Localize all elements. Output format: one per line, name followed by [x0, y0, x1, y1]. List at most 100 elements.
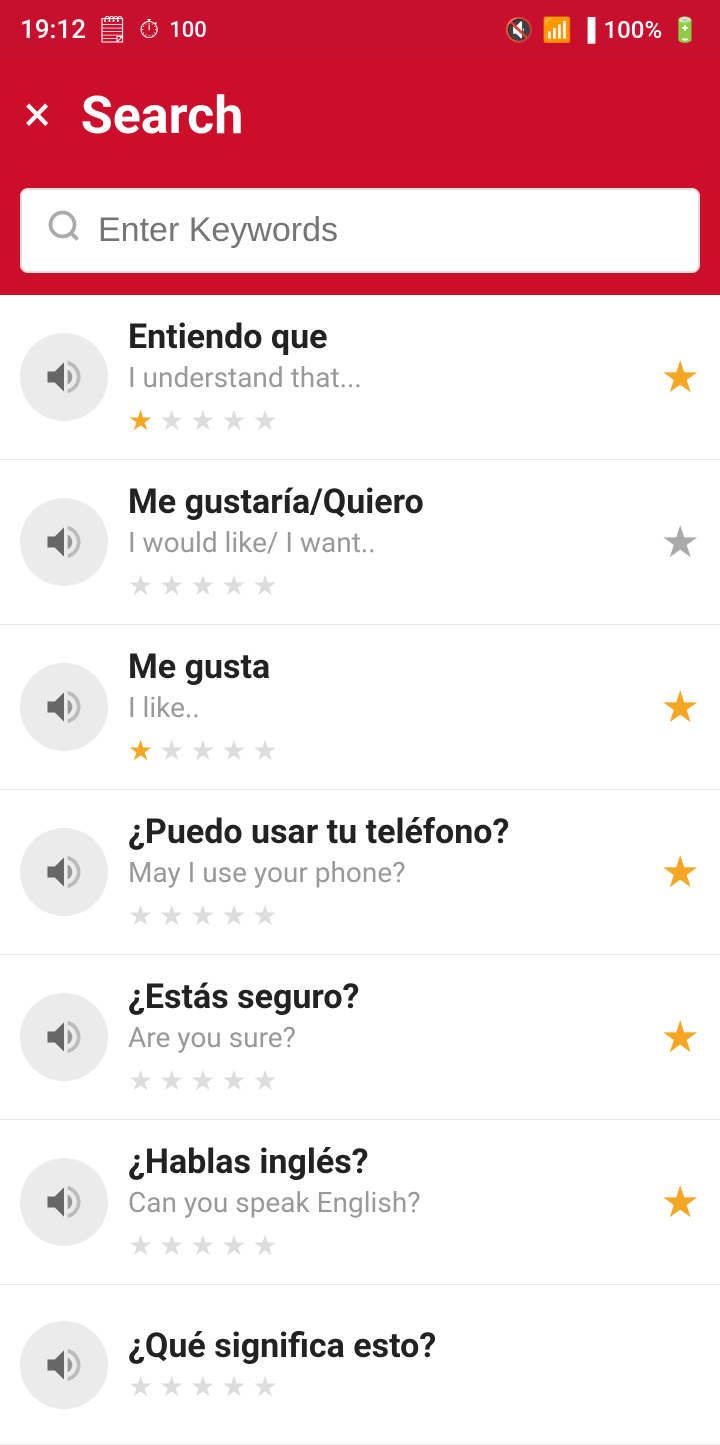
sound-button[interactable]: [20, 1321, 108, 1409]
signal-icon: ▐: [580, 17, 596, 43]
favorite-button[interactable]: ★: [661, 846, 700, 898]
favorite-button[interactable]: ★: [661, 1011, 700, 1063]
sound-button[interactable]: [20, 333, 108, 421]
star-4[interactable]: ★: [221, 1064, 246, 1097]
star-2[interactable]: ★: [159, 899, 184, 932]
star-2[interactable]: ★: [159, 734, 184, 767]
sound-button[interactable]: [20, 663, 108, 751]
favorite-button[interactable]: ★: [661, 516, 700, 568]
star-3[interactable]: ★: [190, 734, 215, 767]
timer-icon: ⏱: [139, 15, 159, 46]
star-rating[interactable]: ★★★★★: [128, 1064, 641, 1097]
favorite-button[interactable]: ★: [661, 351, 700, 403]
search-box: [20, 188, 700, 273]
favorite-button[interactable]: ★: [661, 1176, 700, 1228]
star-5[interactable]: ★: [252, 569, 277, 602]
close-button[interactable]: ×: [24, 90, 51, 140]
battery-text: 100%: [604, 16, 663, 44]
star-5[interactable]: ★: [252, 1064, 277, 1097]
item-spanish-text: ¿Qué significa esto?: [128, 1326, 700, 1366]
item-content: Me gusta I like.. ★★★★★: [128, 647, 641, 767]
list-item: Me gustaría/Quiero I would like/ I want.…: [0, 460, 720, 625]
star-1[interactable]: ★: [128, 899, 153, 932]
star-5[interactable]: ★: [252, 734, 277, 767]
sound-button[interactable]: [20, 1158, 108, 1246]
star-4[interactable]: ★: [221, 404, 246, 437]
item-content: ¿Estás seguro? Are you sure? ★★★★★: [128, 977, 641, 1097]
item-spanish-text: Me gustaría/Quiero: [128, 482, 641, 522]
battery-app-icon: 100: [169, 18, 207, 43]
item-english-text: I understand that...: [128, 361, 641, 394]
item-english-text: Can you speak English?: [128, 1186, 641, 1219]
star-2[interactable]: ★: [159, 1229, 184, 1262]
star-1[interactable]: ★: [128, 1064, 153, 1097]
item-english-text: May I use your phone?: [128, 856, 641, 889]
star-5[interactable]: ★: [252, 404, 277, 437]
search-icon: [46, 208, 82, 253]
item-english-text: I like..: [128, 691, 641, 724]
star-3[interactable]: ★: [190, 1370, 215, 1403]
star-rating[interactable]: ★★★★★: [128, 1370, 700, 1403]
battery-icon: 🔋: [670, 16, 700, 44]
star-3[interactable]: ★: [190, 404, 215, 437]
star-5[interactable]: ★: [252, 899, 277, 932]
list-item: ¿Qué significa esto? ★★★★★: [0, 1285, 720, 1445]
item-spanish-text: ¿Puedo usar tu teléfono?: [128, 812, 641, 852]
wifi-icon: 📶: [542, 16, 572, 44]
star-5[interactable]: ★: [252, 1370, 277, 1403]
star-1[interactable]: ★: [128, 1229, 153, 1262]
search-input[interactable]: [98, 211, 674, 250]
star-3[interactable]: ★: [190, 569, 215, 602]
star-rating[interactable]: ★★★★★: [128, 569, 641, 602]
item-content: Entiendo que I understand that... ★★★★★: [128, 317, 641, 437]
status-right: 🔇 📶 ▐ 100% 🔋: [504, 16, 700, 44]
star-1[interactable]: ★: [128, 734, 153, 767]
star-rating[interactable]: ★★★★★: [128, 899, 641, 932]
star-2[interactable]: ★: [159, 569, 184, 602]
item-content: Me gustaría/Quiero I would like/ I want.…: [128, 482, 641, 602]
star-rating[interactable]: ★★★★★: [128, 404, 641, 437]
sound-button[interactable]: [20, 498, 108, 586]
star-rating[interactable]: ★★★★★: [128, 1229, 641, 1262]
star-2[interactable]: ★: [159, 404, 184, 437]
star-4[interactable]: ★: [221, 1370, 246, 1403]
star-4[interactable]: ★: [221, 899, 246, 932]
item-content: ¿Hablas inglés? Can you speak English? ★…: [128, 1142, 641, 1262]
star-4[interactable]: ★: [221, 569, 246, 602]
star-4[interactable]: ★: [221, 1229, 246, 1262]
list-item: ¿Estás seguro? Are you sure? ★★★★★ ★: [0, 955, 720, 1120]
star-4[interactable]: ★: [221, 734, 246, 767]
star-1[interactable]: ★: [128, 1370, 153, 1403]
star-1[interactable]: ★: [128, 569, 153, 602]
status-time: 19:12: [20, 15, 86, 45]
star-5[interactable]: ★: [252, 1229, 277, 1262]
item-content: ¿Puedo usar tu teléfono? May I use your …: [128, 812, 641, 932]
star-2[interactable]: ★: [159, 1064, 184, 1097]
item-english-text: Are you sure?: [128, 1021, 641, 1054]
star-rating[interactable]: ★★★★★: [128, 734, 641, 767]
item-english-text: I would like/ I want..: [128, 526, 641, 559]
item-spanish-text: ¿Estás seguro?: [128, 977, 641, 1017]
status-bar: 19:12 🗒 ⏱ 100 🔇 📶 ▐ 100% 🔋: [0, 0, 720, 60]
star-2[interactable]: ★: [159, 1370, 184, 1403]
item-spanish-text: Me gusta: [128, 647, 641, 687]
star-3[interactable]: ★: [190, 1064, 215, 1097]
star-3[interactable]: ★: [190, 1229, 215, 1262]
page-title: Search: [81, 85, 244, 146]
sound-button[interactable]: [20, 993, 108, 1081]
star-1[interactable]: ★: [128, 404, 153, 437]
search-container: [0, 170, 720, 295]
star-3[interactable]: ★: [190, 899, 215, 932]
clipboard-icon: 🗒: [96, 15, 129, 45]
status-left: 19:12 🗒 ⏱ 100: [20, 15, 207, 46]
item-spanish-text: ¿Hablas inglés?: [128, 1142, 641, 1182]
list-item: Me gusta I like.. ★★★★★ ★: [0, 625, 720, 790]
header: × Search: [0, 60, 720, 170]
item-spanish-text: Entiendo que: [128, 317, 641, 357]
favorite-button[interactable]: ★: [661, 681, 700, 733]
sound-button[interactable]: [20, 828, 108, 916]
phrase-list: Entiendo que I understand that... ★★★★★ …: [0, 295, 720, 1445]
list-item: ¿Hablas inglés? Can you speak English? ★…: [0, 1120, 720, 1285]
mute-icon: 🔇: [504, 16, 534, 44]
list-item: Entiendo que I understand that... ★★★★★ …: [0, 295, 720, 460]
